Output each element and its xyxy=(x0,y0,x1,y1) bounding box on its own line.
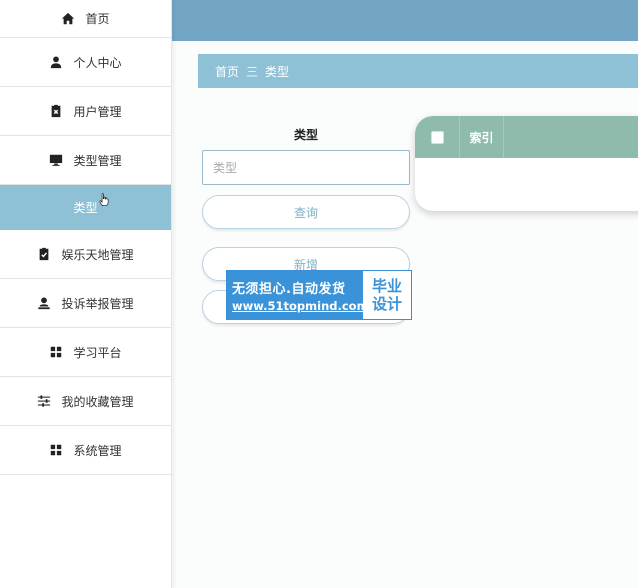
sidebar-item-label: 类型管理 xyxy=(73,153,122,168)
watermark-banner: 无须担心.自动发货 www.51topmind.com 毕业 设计 xyxy=(226,270,412,320)
sidebar-item-label: 投诉举报管理 xyxy=(61,296,134,311)
user-badge-icon xyxy=(37,296,51,310)
sidebar-item-label: 系统管理 xyxy=(73,443,122,458)
watermark-slogan: 无须担心.自动发货 xyxy=(232,281,346,297)
breadcrumb-current: 类型 xyxy=(265,64,290,79)
sidebar-item-label: 类型 xyxy=(73,201,98,215)
sidebar-item-user-management[interactable]: 用户管理 xyxy=(0,87,171,136)
sidebar-item-study-platform[interactable]: 学习平台 xyxy=(0,328,171,377)
sidebar-item-favorites-management[interactable]: 我的收藏管理 xyxy=(0,377,171,426)
data-table: 索引 xyxy=(415,116,638,211)
sidebar-item-label: 学习平台 xyxy=(73,345,122,360)
person-icon xyxy=(49,55,63,69)
sidebar-item-type-management[interactable]: 类型管理 xyxy=(0,136,171,185)
sidebar-item-label: 娱乐天地管理 xyxy=(61,247,134,262)
grid-icon xyxy=(49,345,63,359)
sliders-icon xyxy=(37,394,51,408)
sidebar-item-label: 个人中心 xyxy=(73,55,122,70)
sidebar-item-label: 用户管理 xyxy=(73,104,122,119)
clipboard-check-icon xyxy=(37,247,51,261)
hand-cursor-icon xyxy=(99,193,109,207)
sidebar-item-label: 首页 xyxy=(85,12,110,26)
select-all-cell xyxy=(415,116,460,158)
clipboard-x-icon xyxy=(49,104,63,118)
query-button[interactable]: 查询 xyxy=(202,195,410,229)
sidebar-item-home[interactable]: 首页 xyxy=(0,0,171,38)
sidebar-item-label: 我的收藏管理 xyxy=(61,394,134,409)
monitor-icon xyxy=(49,153,63,167)
sidebar-item-entertainment-management[interactable]: 娱乐天地管理 xyxy=(0,230,171,279)
table-header-row: 索引 xyxy=(415,116,638,158)
watermark-text-2: 设计 xyxy=(371,295,402,313)
breadcrumb: 首页 三 类型 xyxy=(198,54,638,88)
breadcrumb-home[interactable]: 首页 xyxy=(215,63,239,80)
sidebar-subitem-type[interactable]: 类型 xyxy=(0,185,171,230)
sidebar-item-profile[interactable]: 个人中心 xyxy=(0,38,171,87)
breadcrumb-separator: 三 xyxy=(246,64,259,79)
watermark-left: 无须担心.自动发货 www.51topmind.com xyxy=(227,271,369,319)
select-all-checkbox[interactable] xyxy=(430,130,444,144)
top-header-bar xyxy=(171,0,638,41)
watermark-text-1: 毕业 xyxy=(371,277,402,295)
watermark-right: 毕业 设计 xyxy=(363,271,411,319)
sidebar-item-complaint-management[interactable]: 投诉举报管理 xyxy=(0,279,171,328)
column-header-index[interactable]: 索引 xyxy=(460,116,504,158)
watermark-url: www.51topmind.com xyxy=(232,298,369,313)
home-icon xyxy=(61,12,75,26)
grid-icon xyxy=(49,443,63,457)
sidebar-item-system-management[interactable]: 系统管理 xyxy=(0,426,171,475)
search-field-label: 类型 xyxy=(293,128,318,142)
type-search-input[interactable] xyxy=(202,150,410,185)
sidebar-menu: 首页 个人中心 用户管理 类型管理 类型 娱乐天地管理 投诉举报管理 学习平台 … xyxy=(0,0,172,588)
